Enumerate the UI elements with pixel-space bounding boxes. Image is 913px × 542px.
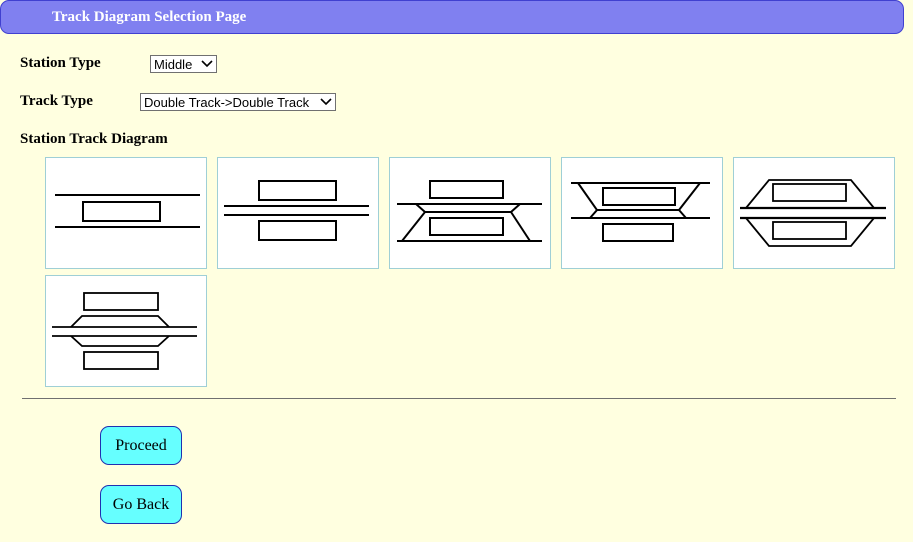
track-diagram-3-graphic — [397, 180, 542, 242]
proceed-button[interactable]: Proceed — [100, 426, 182, 465]
station-track-diagram-label: Station Track Diagram — [20, 131, 168, 147]
go-back-button[interactable]: Go Back — [100, 485, 182, 524]
section-divider — [22, 398, 896, 399]
station-type-value: Middle — [154, 56, 193, 72]
track-diagram-option-2[interactable] — [217, 157, 379, 269]
page-header: Track Diagram Selection Page — [0, 0, 904, 34]
track-type-value: Double Track->Double Track — [144, 94, 310, 110]
track-type-select[interactable]: Double Track->Double Track — [140, 93, 336, 111]
chevron-down-icon — [320, 98, 332, 106]
track-diagram-4-graphic — [571, 182, 710, 242]
chevron-down-icon — [201, 60, 213, 68]
track-type-label: Track Type — [20, 93, 93, 109]
track-diagram-2-graphic — [224, 180, 369, 241]
track-diagram-option-6[interactable] — [45, 275, 207, 387]
track-diagram-option-4[interactable] — [561, 157, 723, 269]
track-diagram-5-graphic — [740, 179, 886, 247]
page-title: Track Diagram Selection Page — [52, 9, 247, 25]
station-type-label: Station Type — [20, 55, 101, 71]
track-diagram-6-graphic — [52, 292, 197, 370]
track-diagram-option-3[interactable] — [389, 157, 551, 269]
station-type-select[interactable]: Middle — [150, 55, 217, 73]
track-diagram-option-1[interactable] — [45, 157, 207, 269]
track-diagram-1-graphic — [55, 194, 200, 228]
track-diagram-option-5[interactable] — [733, 157, 895, 269]
